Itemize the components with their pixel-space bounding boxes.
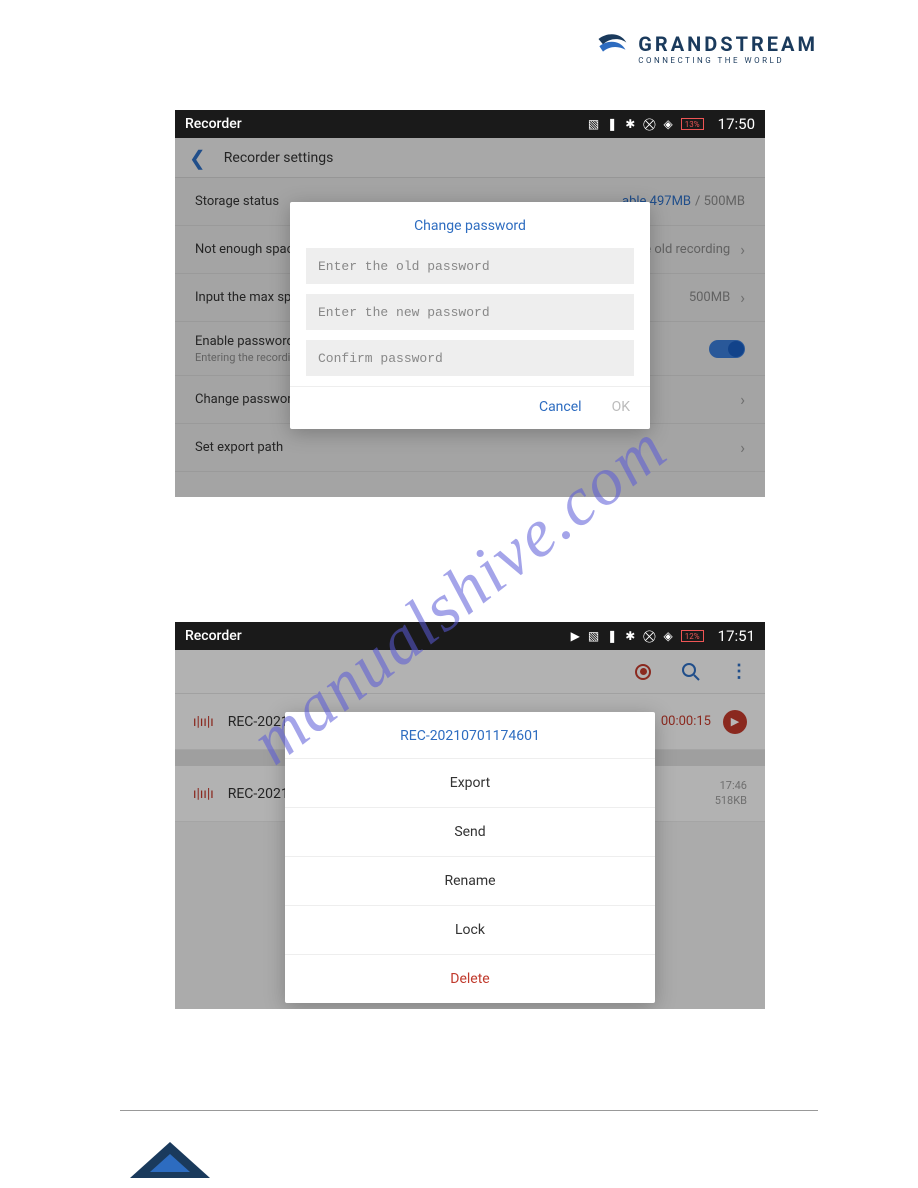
footer-logo-icon xyxy=(130,1142,210,1178)
image-icon: ▧ xyxy=(588,117,599,131)
bluetooth-icon: ✱ xyxy=(625,117,635,131)
clock: 17:50 xyxy=(718,115,755,133)
ok-button[interactable]: OK xyxy=(612,399,630,415)
screenshot-change-password: Recorder ▧ ❚ ✱ ⛒ ◈ 13% 17:50 ❮ Recorder … xyxy=(175,110,765,497)
old-password-input[interactable] xyxy=(306,248,634,284)
alert-icon: ❚ xyxy=(607,629,617,643)
wifi-icon: ◈ xyxy=(664,117,673,131)
menu-delete[interactable]: Delete xyxy=(285,955,655,1003)
app-title: Recorder xyxy=(185,628,242,644)
image-icon: ▧ xyxy=(588,629,599,643)
alert-icon: ❚ xyxy=(607,117,617,131)
app-title: Recorder xyxy=(185,116,242,132)
menu-rename[interactable]: Rename xyxy=(285,857,655,906)
confirm-password-input[interactable] xyxy=(306,340,634,376)
network-icon: ⛒ xyxy=(643,629,655,644)
network-icon: ⛒ xyxy=(643,117,655,132)
brand-name: GRANDSTREAM xyxy=(638,32,818,56)
battery-icon: 12% xyxy=(681,630,704,642)
wifi-icon: ◈ xyxy=(664,629,673,643)
change-password-dialog: Change password Cancel OK xyxy=(290,202,650,429)
new-password-input[interactable] xyxy=(306,294,634,330)
recording-context-menu: REC-20210701174601 Export Send Rename Lo… xyxy=(285,712,655,1003)
brand-logo: GRANDSTREAM CONNECTING THE WORLD xyxy=(594,30,818,66)
battery-icon: 13% xyxy=(681,118,704,130)
menu-export[interactable]: Export xyxy=(285,759,655,808)
clock: 17:51 xyxy=(718,627,755,645)
cancel-button[interactable]: Cancel xyxy=(539,399,582,415)
context-menu-title: REC-20210701174601 xyxy=(285,712,655,759)
status-bar: Recorder ▶ ▧ ❚ ✱ ⛒ ◈ 12% 17:51 xyxy=(175,622,765,650)
menu-send[interactable]: Send xyxy=(285,808,655,857)
brand-tagline: CONNECTING THE WORLD xyxy=(638,56,818,65)
play-icon: ▶ xyxy=(571,629,580,643)
menu-lock[interactable]: Lock xyxy=(285,906,655,955)
status-bar: Recorder ▧ ❚ ✱ ⛒ ◈ 13% 17:50 xyxy=(175,110,765,138)
footer-rule xyxy=(120,1110,818,1111)
screenshot-recording-menu: Recorder ▶ ▧ ❚ ✱ ⛒ ◈ 12% 17:51 ⋮ ı|ıı|ı … xyxy=(175,622,765,1009)
logo-swoosh-icon xyxy=(594,30,630,66)
dialog-title: Change password xyxy=(290,202,650,248)
bluetooth-icon: ✱ xyxy=(625,629,635,643)
